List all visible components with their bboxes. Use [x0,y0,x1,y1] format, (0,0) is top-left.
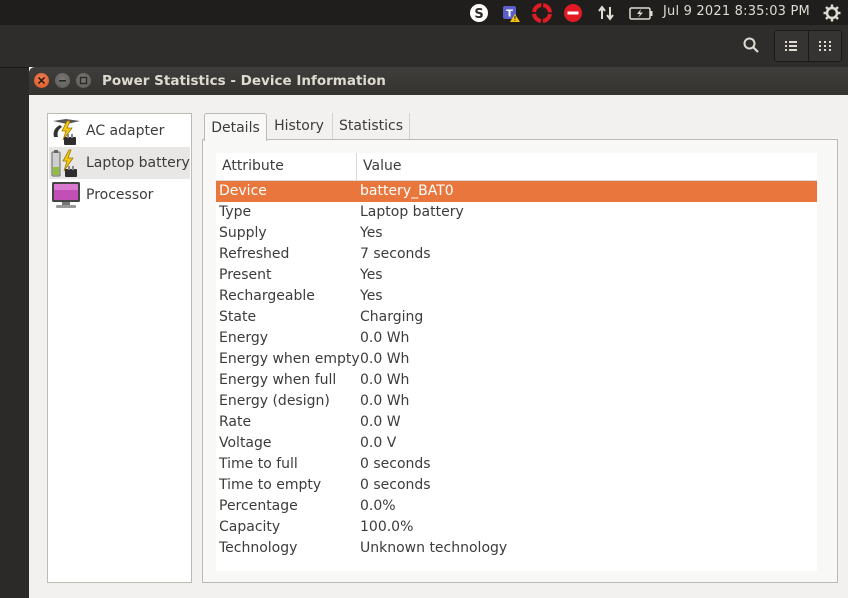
close-icon [37,76,46,85]
row-value: battery_BAT0 [360,183,454,199]
svg-text:T: T [506,9,513,20]
row-attribute: Present [219,267,272,283]
row-attribute: Energy when empty [219,351,360,367]
top-panel: S T Jul 9 2021 8:35:03 PM [0,0,848,25]
table-row[interactable]: Refreshed 7 seconds [216,244,817,265]
row-value: 0.0 V [360,435,397,451]
ac-adapter-icon [53,119,80,145]
row-attribute: Time to full [219,456,298,472]
table-row[interactable]: Capacity 100.0% [216,517,817,538]
lifebuoy-icon[interactable] [532,3,552,23]
row-value: 0.0 Wh [360,393,410,409]
device-item-processor[interactable]: Processor [49,179,190,211]
maximize-icon [79,76,88,85]
table-row[interactable]: Energy (design) 0.0 Wh [216,391,817,412]
row-attribute: Supply [219,225,267,241]
row-value: Yes [360,267,383,283]
skype-icon[interactable]: S [469,3,489,23]
view-toggle [774,30,842,62]
processor-icon [52,182,80,208]
row-attribute: Energy when full [219,372,337,388]
column-header-attribute[interactable]: Attribute [222,158,284,174]
row-attribute: Rechargeable [219,288,315,304]
row-value: 0 seconds [360,477,431,493]
row-value: Unknown technology [360,540,508,556]
clock[interactable]: Jul 9 2021 8:35:03 PM [663,4,810,19]
power-statistics-window: Power Statistics - Device Information AC… [29,67,848,598]
window-title: Power Statistics - Device Information [102,73,386,89]
device-item-label: Laptop battery [86,155,190,171]
row-attribute: State [219,309,257,325]
title-bar[interactable]: Power Statistics - Device Information [29,67,848,95]
row-attribute: Percentage [219,498,298,514]
table-row[interactable]: Rate 0.0 W [216,412,817,433]
list-view-icon[interactable] [783,38,799,58]
device-list: AC adapter Laptop battery Processor [47,113,192,583]
row-attribute: Energy [219,330,269,346]
row-value: Yes [360,225,383,241]
table-header: Attribute Value [216,153,817,181]
device-item-ac-adapter[interactable]: AC adapter [49,115,190,147]
row-value: 0.0 W [360,414,401,430]
search-icon[interactable] [735,30,767,60]
row-attribute: Refreshed [219,246,290,262]
details-notebook: Details History Statistics Attribute Val… [202,113,838,583]
tab-details[interactable]: Details [204,113,267,141]
tab-statistics[interactable]: Statistics [333,113,410,139]
column-header-value[interactable]: Value [363,158,401,174]
table-row[interactable]: Percentage 0.0% [216,496,817,517]
row-value: 100.0% [360,519,414,535]
table-row[interactable]: Energy 0.0 Wh [216,328,817,349]
table-row[interactable]: Type Laptop battery [216,202,817,223]
row-value: 0.0 Wh [360,330,410,346]
battery-charging-icon[interactable] [628,3,654,23]
network-arrows-icon[interactable] [596,3,616,23]
row-value: 0.0 Wh [360,372,410,388]
table-row[interactable]: Technology Unknown technology [216,538,817,559]
table-row[interactable]: Supply Yes [216,223,817,244]
background-header-bar [0,25,848,68]
device-item-label: AC adapter [86,123,165,139]
row-value: Charging [360,309,424,325]
row-value: Yes [360,288,383,304]
gear-icon[interactable] [822,3,842,23]
close-button[interactable] [34,73,49,88]
maximize-button[interactable] [76,73,91,88]
tab-content: Attribute Value Device battery_BAT0 Type La… [202,139,838,583]
tab-history[interactable]: History [266,113,333,139]
table-row[interactable]: State Charging [216,307,817,328]
row-attribute: Energy (design) [219,393,330,409]
details-table[interactable]: Attribute Value Device battery_BAT0 Type La… [216,153,817,571]
laptop-battery-icon [51,149,77,177]
row-value: 0.0 Wh [360,351,410,367]
table-row[interactable]: Device battery_BAT0 [216,181,817,202]
minimize-button[interactable] [55,73,70,88]
device-item-label: Processor [86,187,154,203]
teams-icon[interactable]: T [501,3,521,23]
minimize-icon [59,80,66,82]
device-item-laptop-battery[interactable]: Laptop battery [49,147,190,179]
row-value: 7 seconds [360,246,431,262]
table-row[interactable]: Time to empty 0 seconds [216,475,817,496]
row-attribute: Rate [219,414,252,430]
table-row[interactable]: Time to full 0 seconds [216,454,817,475]
row-attribute: Device [219,183,267,199]
row-value: Laptop battery [360,204,464,220]
table-row[interactable]: Energy when empty 0.0 Wh [216,349,817,370]
grid-view-icon[interactable] [817,38,833,58]
table-row[interactable]: Voltage 0.0 V [216,433,817,454]
table-row[interactable]: Rechargeable Yes [216,286,817,307]
row-value: 0.0% [360,498,396,514]
row-attribute: Capacity [219,519,281,535]
no-entry-icon[interactable] [563,3,583,23]
table-row[interactable]: Present Yes [216,265,817,286]
row-attribute: Technology [219,540,298,556]
row-attribute: Type [219,204,252,220]
row-attribute: Time to empty [219,477,322,493]
row-value: 0 seconds [360,456,431,472]
svg-text:S: S [474,7,483,22]
table-row[interactable]: Energy when full 0.0 Wh [216,370,817,391]
row-attribute: Voltage [219,435,272,451]
